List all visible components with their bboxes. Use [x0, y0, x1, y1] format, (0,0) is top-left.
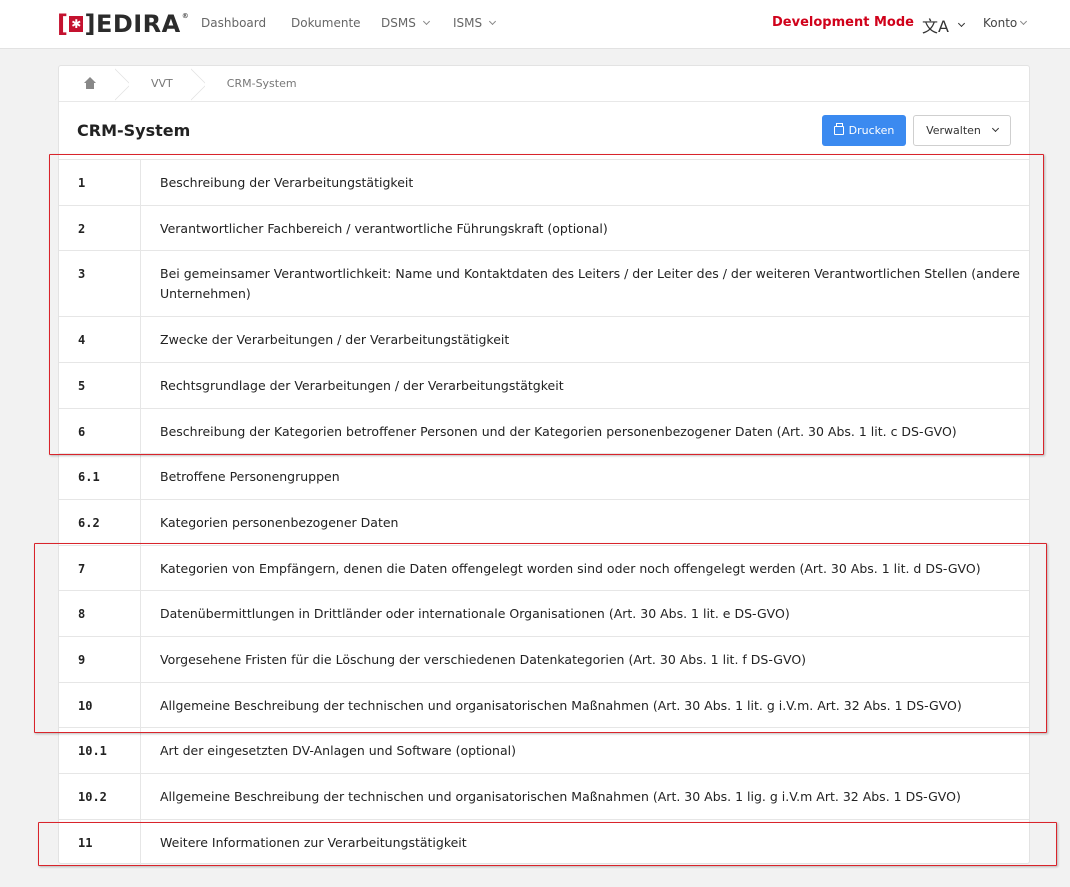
row-number: 9 — [59, 637, 141, 682]
row-description: Kategorien von Empfängern, denen die Dat… — [160, 561, 981, 576]
account-menu[interactable]: Konto — [983, 16, 1028, 30]
row-description: Weitere Informationen zur Verarbeitungst… — [160, 835, 467, 850]
table-row[interactable]: 5 Rechtsgrundlage der Verarbeitungen / d… — [59, 363, 1029, 409]
row-description: Kategorien personenbezogener Daten — [160, 515, 399, 530]
breadcrumb-item-vvt[interactable]: VVT — [129, 66, 191, 102]
breadcrumb-home[interactable] — [59, 66, 115, 102]
print-button[interactable]: Drucken — [822, 115, 906, 146]
row-number: 6 — [59, 409, 141, 453]
translate-icon: 文A — [922, 17, 949, 36]
row-number: 3 — [59, 251, 141, 316]
row-description: Verantwortlicher Fachbereich / verantwor… — [160, 221, 608, 236]
logo-star-icon: ✱ — [69, 16, 84, 32]
chevron-down-icon — [1020, 17, 1028, 25]
table-row[interactable]: 3 Bei gemeinsamer Verantwortlichkeit: Na… — [59, 251, 1029, 317]
logo-wordmark: ]EDIRA — [84, 10, 181, 38]
breadcrumb: VVT CRM-System — [59, 66, 1029, 102]
nav-dashboard[interactable]: Dashboard — [201, 16, 266, 30]
table-row[interactable]: 11 Weitere Informationen zur Verarbeitun… — [59, 820, 1029, 865]
row-number: 4 — [59, 317, 141, 362]
manage-button-label: Verwalten — [926, 124, 981, 137]
breadcrumb-item-current: CRM-System — [205, 66, 315, 102]
language-switcher[interactable]: 文A — [922, 13, 965, 37]
table-row[interactable]: 10 Allgemeine Beschreibung der technisch… — [59, 683, 1029, 728]
table-row[interactable]: 10.2 Allgemeine Beschreibung der technis… — [59, 774, 1029, 820]
chevron-down-icon — [489, 17, 497, 25]
row-description: Art der eingesetzten DV-Anlagen und Soft… — [160, 743, 516, 758]
nav-dokumente-label: Dokumente — [291, 16, 361, 30]
breadcrumb-separator — [115, 66, 129, 102]
row-number: 5 — [59, 363, 141, 408]
account-label: Konto — [983, 16, 1018, 30]
table-row[interactable]: 6 Beschreibung der Kategorien betroffene… — [59, 409, 1029, 454]
chevron-down-icon — [422, 17, 430, 25]
row-number: 6.1 — [59, 454, 141, 499]
nav-dokumente[interactable]: Dokumente — [291, 16, 361, 30]
nav-dashboard-label: Dashboard — [201, 16, 267, 30]
table-row[interactable]: 9 Vorgesehene Fristen für die Löschung d… — [59, 637, 1029, 683]
main-card: VVT CRM-System CRM-System Drucken Verwal… — [58, 65, 1030, 865]
table-row[interactable]: 7 Kategorien von Empfängern, denen die D… — [59, 546, 1029, 591]
row-number: 2 — [59, 206, 141, 250]
row-number: 7 — [59, 546, 141, 590]
chevron-down-icon — [991, 124, 999, 133]
row-description: Beschreibung der Kategorien betroffener … — [160, 424, 957, 439]
breadcrumb-current-label: CRM-System — [226, 77, 297, 90]
table-row[interactable]: 6.2 Kategorien personenbezogener Daten — [59, 500, 1029, 546]
table-row[interactable]: 6.1 Betroffene Personengruppen — [59, 454, 1029, 500]
row-description: Allgemeine Beschreibung der technischen … — [160, 789, 961, 804]
row-description: Rechtsgrundlage der Verarbeitungen / der… — [160, 378, 564, 393]
nav-isms-label: ISMS — [453, 16, 483, 30]
development-mode-indicator: Development Mode — [772, 15, 914, 30]
row-description: Allgemeine Beschreibung der technischen … — [160, 698, 962, 713]
print-button-label: Drucken — [848, 124, 895, 137]
page-title: CRM-System — [77, 121, 191, 140]
printer-icon — [833, 123, 844, 135]
edira-logo[interactable]: [✱]EDIRA ® — [57, 10, 189, 38]
nav-isms[interactable]: ISMS — [453, 16, 497, 30]
row-number: 10 — [59, 683, 141, 727]
breadcrumb-separator — [191, 66, 205, 102]
row-number: 11 — [59, 820, 141, 865]
row-description: Bei gemeinsamer Verantwortlichkeit: Name… — [160, 266, 1020, 301]
logo-bracket-left: [ — [57, 10, 69, 38]
logo-registered-mark: ® — [181, 12, 190, 20]
vvt-sections-table: 1 Beschreibung der Verarbeitungstätigkei… — [59, 159, 1029, 865]
nav-dsms-label: DSMS — [381, 16, 416, 30]
row-number: 6.2 — [59, 500, 141, 545]
row-description: Datenübermittlungen in Drittländer oder … — [160, 606, 790, 621]
row-description: Zwecke der Verarbeitungen / der Verarbei… — [160, 332, 510, 347]
table-row[interactable]: 10.1 Art der eingesetzten DV-Anlagen und… — [59, 728, 1029, 774]
row-number: 8 — [59, 591, 141, 636]
row-description: Vorgesehene Fristen für die Löschung der… — [160, 652, 807, 667]
top-navbar: [✱]EDIRA ® Dashboard Dokumente DSMS ISMS … — [0, 0, 1070, 49]
chevron-down-icon — [957, 19, 965, 27]
table-row[interactable]: 2 Verantwortlicher Fachbereich / verantw… — [59, 206, 1029, 251]
table-row[interactable]: 8 Datenübermittlungen in Drittländer ode… — [59, 591, 1029, 637]
table-row[interactable]: 1 Beschreibung der Verarbeitungstätigkei… — [59, 160, 1029, 206]
row-description: Betroffene Personengruppen — [160, 469, 340, 484]
row-description: Beschreibung der Verarbeitungstätigkeit — [160, 175, 414, 190]
table-row[interactable]: 4 Zwecke der Verarbeitungen / der Verarb… — [59, 317, 1029, 363]
row-number: 10.1 — [59, 728, 141, 773]
row-number: 1 — [59, 160, 141, 205]
nav-dsms[interactable]: DSMS — [381, 16, 430, 30]
breadcrumb-vvt-label: VVT — [151, 77, 173, 90]
manage-dropdown-button[interactable]: Verwalten — [913, 115, 1011, 146]
home-icon — [83, 77, 97, 90]
row-number: 10.2 — [59, 774, 141, 819]
